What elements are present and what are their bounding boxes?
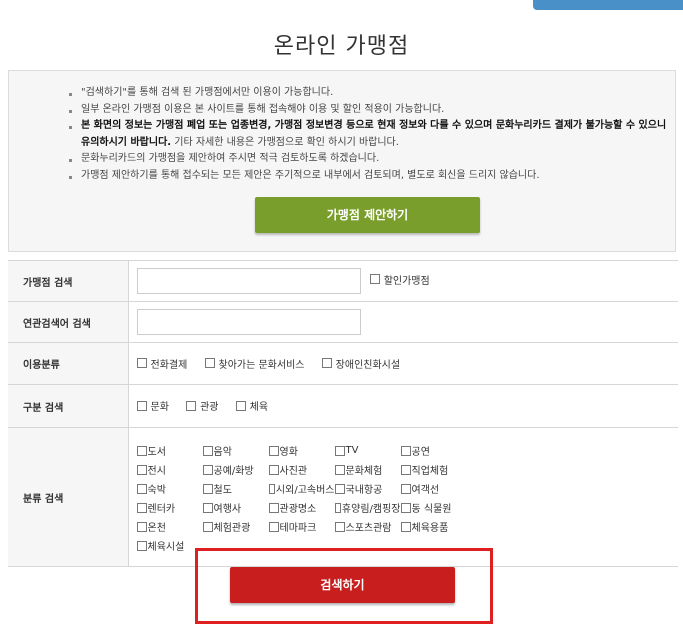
category-checkbox[interactable] <box>268 445 279 456</box>
category-option[interactable]: 스포츠관람 <box>334 519 401 535</box>
category-checkbox[interactable] <box>136 502 147 513</box>
category-checkbox[interactable] <box>400 483 411 494</box>
category-option[interactable]: 휴양림/캠핑장 <box>334 500 401 516</box>
division-option[interactable]: 문화 <box>136 398 169 413</box>
category-option[interactable]: 렌터카 <box>136 500 203 516</box>
category-checkbox[interactable] <box>136 521 147 532</box>
category-checkbox[interactable] <box>400 464 411 475</box>
top-banner <box>533 0 683 10</box>
division-option[interactable]: 관광 <box>186 398 219 413</box>
category-option[interactable]: 테마파크 <box>268 519 335 535</box>
category-option[interactable]: 시외/고속버스 <box>268 481 335 497</box>
page-title: 온라인 가맹점 <box>273 34 410 59</box>
category-checkbox[interactable] <box>334 464 345 475</box>
category-option[interactable]: 사진관 <box>268 462 335 478</box>
usage-checkbox[interactable] <box>136 358 147 369</box>
propose-shop-button[interactable]: 가맹점 제안하기 <box>255 197 480 233</box>
category-checkbox[interactable] <box>400 502 411 513</box>
category-option[interactable]: 영화 <box>268 443 335 459</box>
shop-search-input[interactable] <box>136 268 361 294</box>
category-checkbox[interactable] <box>202 464 213 475</box>
category-option[interactable]: 철도 <box>202 481 269 497</box>
category-checkbox[interactable] <box>400 445 411 456</box>
category-checkbox[interactable] <box>202 502 213 513</box>
category-checkbox[interactable] <box>400 521 411 532</box>
search-form: 가맹점 검색 할인가맹점 연관검색어 검색 이용분류 전화결제 찾아가는 문화서… <box>8 260 678 567</box>
category-checkbox[interactable] <box>334 521 345 532</box>
division-option[interactable]: 체육 <box>235 398 268 413</box>
category-option[interactable]: 여객선 <box>400 481 467 497</box>
search-button[interactable]: 검색하기 <box>230 567 455 603</box>
category-checkbox[interactable] <box>334 502 341 513</box>
category-option[interactable]: 도서 <box>136 443 203 459</box>
notice-item: 가맹점 제안하기를 통해 접수되는 모든 제안은 주기적으로 내부에서 검토되며… <box>69 168 669 185</box>
category-checkbox[interactable] <box>136 445 147 456</box>
usage-checkbox[interactable] <box>204 358 215 369</box>
category-checkbox[interactable] <box>268 521 279 532</box>
category-checkbox[interactable] <box>136 464 147 475</box>
category-checkbox[interactable] <box>202 445 213 456</box>
category-option[interactable]: 직업체험 <box>400 462 467 478</box>
category-label: 분류 검색 <box>8 427 129 567</box>
notice-list: "검색하기"를 통해 검색 된 가맹점에서만 이용이 가능합니다. 일부 온라인… <box>69 85 669 184</box>
category-option[interactable]: 전시 <box>136 462 203 478</box>
category-checkbox[interactable] <box>268 502 279 513</box>
category-option[interactable]: 공연 <box>400 443 467 459</box>
category-option[interactable]: TV <box>334 443 401 459</box>
category-checkbox[interactable] <box>334 483 345 494</box>
division-checkbox[interactable] <box>235 400 246 411</box>
category-option[interactable]: 국내항공 <box>334 481 401 497</box>
category-grid: 도서 음악 영화 TV 공연 전시 공예/화방 사진관 문화체험 직업체험 숙박… <box>136 441 678 554</box>
category-checkbox[interactable] <box>136 483 147 494</box>
related-search-input[interactable] <box>136 309 361 335</box>
category-checkbox[interactable] <box>136 540 147 551</box>
category-option[interactable]: 음악 <box>202 443 269 459</box>
notice-item: "검색하기"를 통해 검색 된 가맹점에서만 이용이 가능합니다. <box>69 85 669 102</box>
discount-shop-option[interactable]: 할인가맹점 <box>369 272 430 287</box>
usage-label: 이용분류 <box>8 342 129 385</box>
notice-item: 일부 온라인 가맹점 이용은 본 사이트를 통해 접속해야 이용 및 할인 적용… <box>69 102 669 119</box>
category-option[interactable]: 온천 <box>136 519 203 535</box>
usage-checkbox[interactable] <box>321 358 332 369</box>
notice-item: 본 화면의 정보는 가맹점 폐업 또는 업종변경, 가맹점 정보변경 등으로 현… <box>69 118 669 151</box>
division-checkbox[interactable] <box>186 400 197 411</box>
category-option[interactable]: 관광명소 <box>268 500 335 516</box>
division-label: 구분 검색 <box>8 384 129 428</box>
category-option[interactable]: 체육시설 <box>136 538 203 554</box>
category-option[interactable]: 여행사 <box>202 500 269 516</box>
notice-item: 문화누리카드의 가맹점을 제안하여 주시면 적극 검토하도록 하겠습니다. <box>69 151 669 168</box>
category-option[interactable]: 숙박 <box>136 481 203 497</box>
category-checkbox[interactable] <box>334 445 345 456</box>
category-option[interactable]: 체험관광 <box>202 519 269 535</box>
category-checkbox[interactable] <box>202 483 213 494</box>
category-checkbox[interactable] <box>268 464 279 475</box>
category-checkbox[interactable] <box>202 521 213 532</box>
shop-search-label: 가맹점 검색 <box>8 260 129 302</box>
category-option[interactable]: 공예/화방 <box>202 462 269 478</box>
usage-option[interactable]: 전화결제 <box>136 356 187 371</box>
usage-option[interactable]: 찾아가는 문화서비스 <box>204 356 304 371</box>
category-option[interactable]: 체육용품 <box>400 519 467 535</box>
category-option[interactable]: 문화체험 <box>334 462 401 478</box>
division-checkbox[interactable] <box>136 400 147 411</box>
category-option[interactable]: 동 식물원 <box>400 500 467 516</box>
related-search-label: 연관검색어 검색 <box>8 301 129 343</box>
category-checkbox[interactable] <box>268 483 275 494</box>
usage-option[interactable]: 장애인친화시설 <box>321 356 400 371</box>
discount-shop-checkbox[interactable] <box>369 274 380 284</box>
